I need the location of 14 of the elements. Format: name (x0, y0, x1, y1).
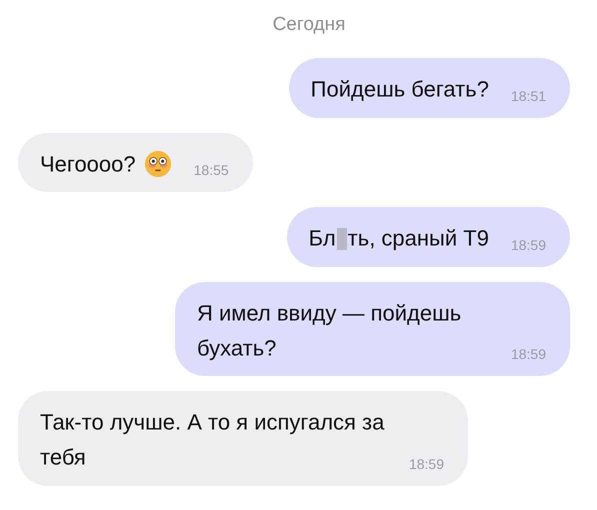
message-text: Так-то лучше. А то я испугался за тебя (40, 410, 384, 470)
flushed-emoji-icon (144, 150, 172, 178)
message-text: Пойдешь бегать? (310, 76, 489, 102)
message-text: Чегоооо? (40, 151, 136, 176)
date-header: Сегодня (272, 14, 346, 36)
message-time: 18:59 (510, 237, 546, 256)
message-text: ть, сраный Т9 (348, 226, 489, 252)
censor-blur (336, 228, 347, 250)
message-time: 18:59 (510, 346, 546, 364)
message-text: Бл (308, 226, 336, 252)
message-time: 18:51 (510, 88, 546, 106)
message-time: 18:59 (408, 456, 444, 474)
message-time: 18:55 (194, 162, 229, 180)
message-text: Я имел ввиду — пойдешь бухать? (197, 300, 462, 360)
